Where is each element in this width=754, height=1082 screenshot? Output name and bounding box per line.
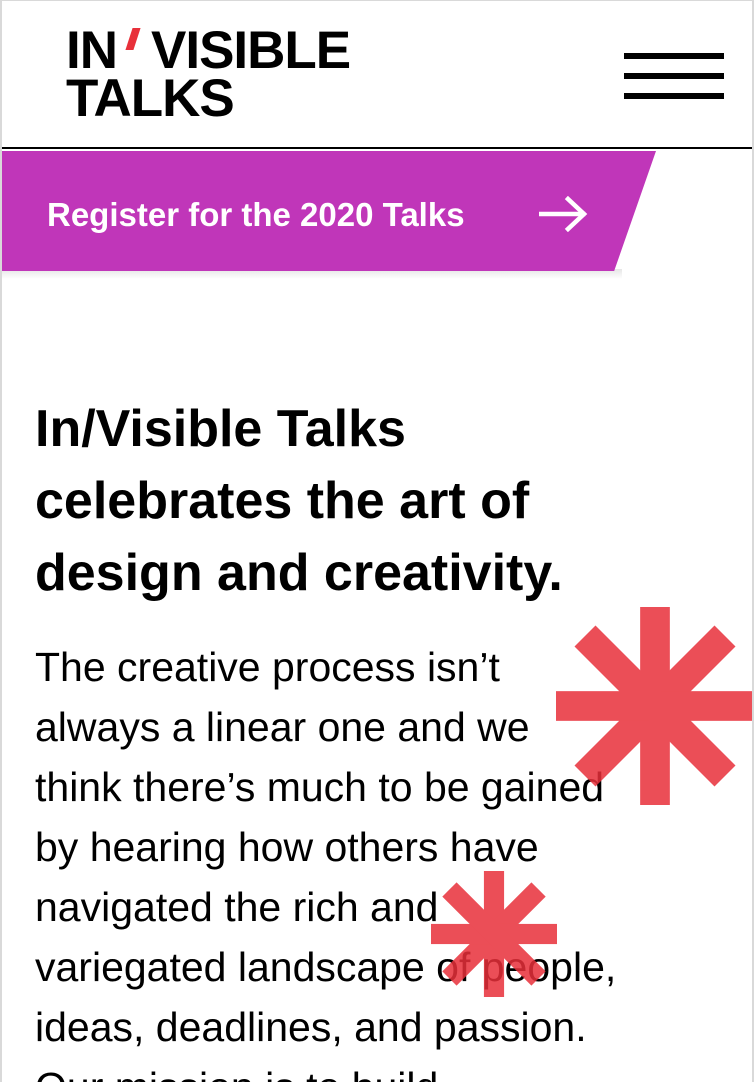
body-line: Our mission is to build [35, 1057, 735, 1082]
page-headline: In/Visible Talks celebrates the art of d… [35, 393, 715, 609]
site-logo[interactable]: IN VISIBLE TALKS [66, 24, 351, 128]
body-line: ideas, deadlines, and passion. [35, 1004, 587, 1050]
logo-slash-mark [125, 28, 141, 50]
body-line: navigated the rich and [35, 884, 439, 930]
site-header: IN VISIBLE TALKS [2, 1, 752, 149]
logo-line-2: TALKS [66, 69, 235, 128]
body-line: variegated landscape of people, [35, 944, 617, 990]
menu-bar [624, 93, 724, 99]
intro-paragraph: The creative process isn’t always a line… [35, 637, 735, 1082]
register-label: Register for the 2020 Talks [47, 196, 465, 233]
logo-line-1: IN VISIBLE [66, 24, 351, 77]
menu-bar [624, 53, 724, 59]
arrow-right-icon [539, 196, 588, 232]
hamburger-menu-icon[interactable] [624, 53, 724, 101]
body-line: always a linear one and we [35, 704, 530, 750]
menu-bar [624, 73, 724, 79]
body-line: by hearing how others have [35, 824, 539, 870]
register-banner-link[interactable]: Register for the 2020 Talks [2, 151, 656, 271]
page: IN VISIBLE TALKS Register for the 2020 Ta… [0, 0, 754, 1082]
headline-line-2: celebrates the art of [35, 472, 530, 530]
body-line: think there’s much to be gained [35, 764, 605, 810]
body-line: The creative process isn’t [35, 644, 500, 690]
headline-line-1: In/Visible Talks [35, 400, 406, 458]
headline-line-3: design and creativity. [35, 544, 563, 602]
